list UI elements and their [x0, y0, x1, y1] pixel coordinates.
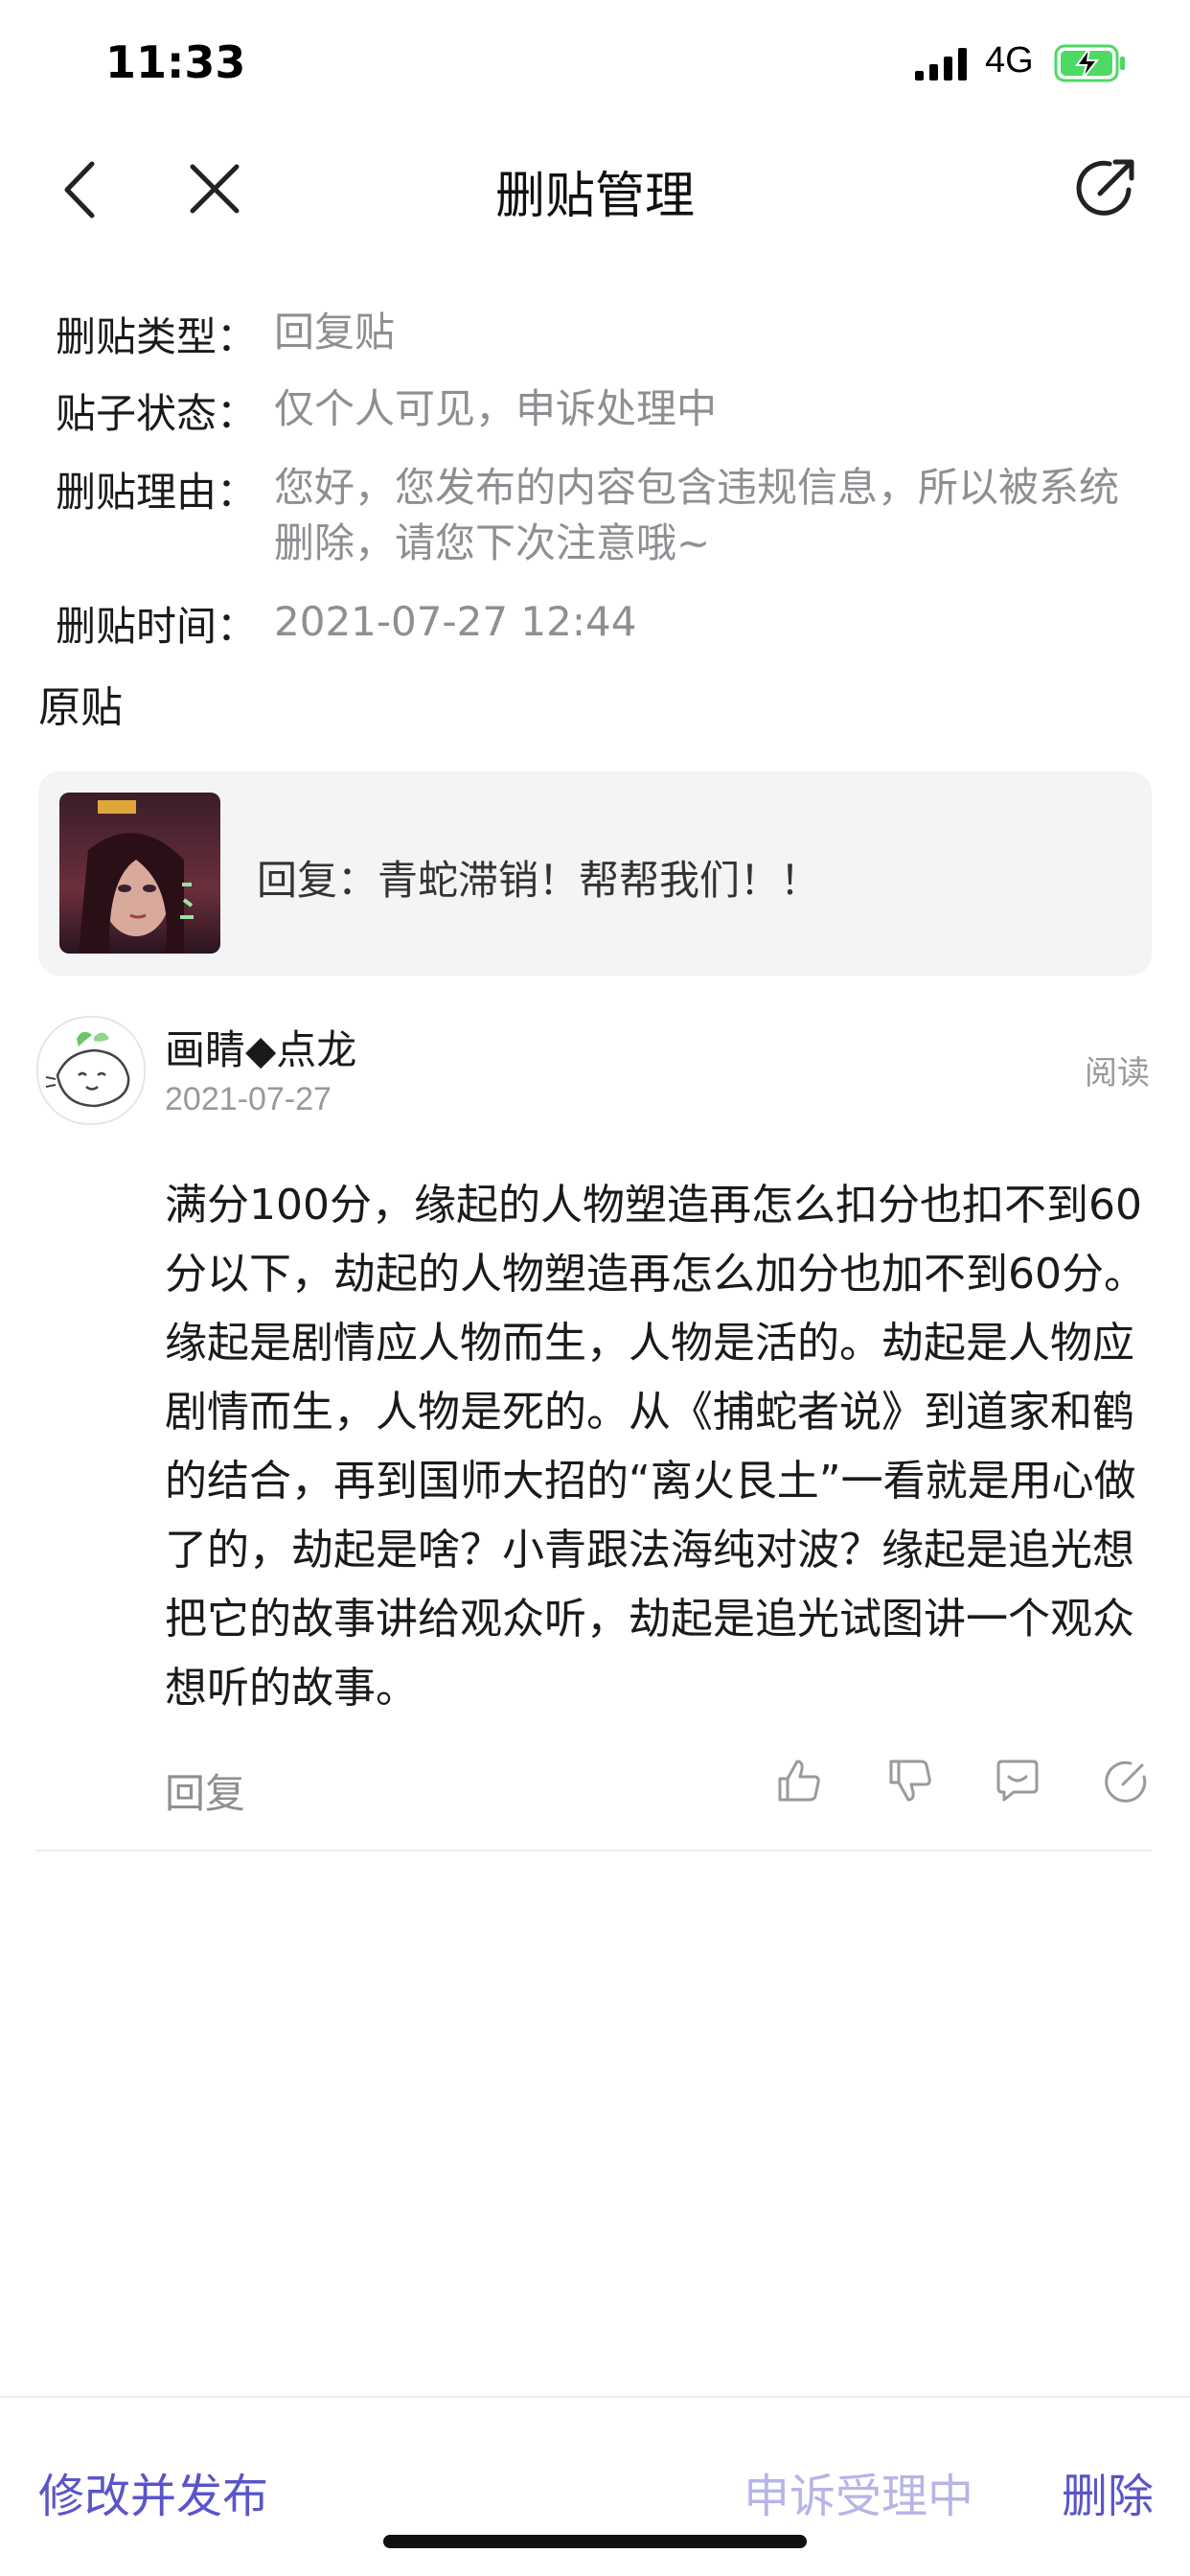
delete-type-value: 回复贴: [274, 309, 396, 356]
page-title: 删贴管理: [494, 168, 695, 225]
delete-button[interactable]: 删除: [1062, 2458, 1154, 2525]
original-post-card[interactable]: 回复：青蛇滞销！帮帮我们！！: [38, 771, 1152, 976]
delete-reason-label: 删贴理由：: [56, 469, 258, 516]
post-status-value: 仅个人可见，申诉处理中: [274, 385, 718, 432]
thumbs-up-icon[interactable]: [774, 1756, 824, 1806]
post-thumbnail-image: [59, 793, 220, 954]
comment-icon[interactable]: [993, 1756, 1042, 1806]
edit-icon[interactable]: [1102, 1756, 1152, 1806]
delete-reason-value: 您好，您发布的内容包含违规信息，所以被系统删除，请您下次注意哦~: [274, 464, 1120, 566]
bottom-bar-divider: [0, 2396, 1190, 2398]
delete-time-value: 2021-07-27 12:44: [274, 598, 637, 645]
home-indicator[interactable]: [383, 2535, 807, 2548]
thumbs-down-icon[interactable]: [885, 1756, 935, 1806]
original-post-heading: 原贴: [38, 683, 123, 732]
comment-date: 2021-07-27: [165, 1081, 332, 1117]
username[interactable]: 画睛◆点龙: [165, 1018, 356, 1076]
divider: [36, 1850, 1152, 1852]
status-time: 11:33: [105, 36, 246, 88]
battery-charging-icon: [1054, 44, 1125, 82]
avatar[interactable]: [36, 1016, 146, 1125]
delete-type-label: 删贴类型：: [56, 313, 258, 360]
edit-and-publish-button[interactable]: 修改并发布: [38, 2458, 268, 2525]
read-link[interactable]: 阅读: [1085, 1046, 1150, 1093]
delete-time-label: 删贴时间：: [56, 603, 258, 650]
reply-button[interactable]: 回复: [165, 1761, 245, 1820]
original-reply-text: 回复：青蛇滞销！帮帮我们！！: [257, 857, 821, 904]
post-status-label: 贴子状态：: [56, 390, 258, 437]
share-icon[interactable]: [1071, 153, 1140, 222]
network-type: 4G: [985, 40, 1034, 80]
appeal-status-button: 申诉受理中: [744, 2470, 974, 2523]
signal-icon: [915, 48, 967, 80]
comment-body: 满分100分，缘起的人物塑造再怎么扣分也扣不到60分以下，劫起的人物塑造再怎么加…: [165, 1181, 1146, 1713]
